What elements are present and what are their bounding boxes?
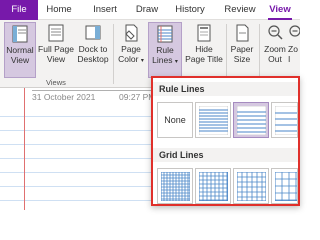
rule-option-standard[interactable] [271, 102, 298, 138]
narrow-rule-lines-icon [199, 106, 228, 135]
page-color-button[interactable]: Page Color ▾ [116, 22, 146, 78]
ribbon-separator [113, 24, 114, 84]
rule-lines-dropdown: Rule Lines None Grid Lines [151, 76, 300, 206]
zoom-in-label-1: Zo [288, 44, 298, 54]
zoom-in-button[interactable]: Zo I [288, 22, 300, 78]
college-rule-lines-icon [237, 106, 266, 135]
dock-to-desktop-label-1: Dock to [78, 44, 108, 54]
tab-view[interactable]: View [266, 0, 294, 20]
page-color-label-1: Page [121, 44, 141, 54]
rule-option-college[interactable] [233, 102, 269, 138]
zoom-out-button[interactable]: Zoom Out [262, 22, 288, 78]
full-page-view-button[interactable]: Full Page View [38, 22, 74, 78]
grid-option-large[interactable] [233, 168, 269, 204]
paper-size-button[interactable]: Paper Size [228, 22, 256, 78]
zoom-out-label-2: Out [268, 54, 282, 64]
full-page-view-label-2: View [46, 54, 66, 64]
hide-page-title-label-1: Hide [195, 44, 213, 54]
extra-large-grid-lines-icon [275, 172, 297, 201]
medium-grid-lines-icon [199, 172, 228, 201]
paper-size-label-2: Size [233, 54, 251, 64]
tab-home[interactable]: Home [44, 0, 74, 20]
normal-view-label-2: View [10, 55, 30, 65]
tab-insert[interactable]: Insert [91, 0, 119, 20]
normal-view-label-1: Normal [6, 45, 34, 55]
rule-lines-label-1: Rule [156, 45, 174, 55]
rule-option-none[interactable]: None [157, 102, 193, 138]
zoom-out-icon [268, 25, 283, 40]
dock-to-desktop-button[interactable]: Dock to Desktop [76, 22, 110, 78]
zoom-in-label-2: I [288, 54, 291, 64]
grid-option-small[interactable] [157, 168, 193, 204]
margin-line [24, 88, 25, 210]
rule-lines-button[interactable]: Rule Lines ▾ [148, 22, 182, 78]
rule-lines-header: Rule Lines [153, 82, 298, 96]
chevron-down-icon: ▾ [174, 59, 178, 65]
dock-to-desktop-label-2: Desktop [77, 54, 109, 64]
page-color-icon [125, 24, 138, 42]
page-title-underline [32, 90, 152, 91]
ribbon-separator [259, 24, 260, 84]
rule-lines-icon [157, 25, 173, 43]
rule-lines-label-2: Lines [152, 55, 173, 65]
full-page-view-icon [48, 24, 64, 42]
tab-draw[interactable]: Draw [134, 0, 160, 20]
hide-page-title-icon [197, 24, 211, 42]
views-group-label: Views [46, 78, 66, 87]
rule-lines-label-2-wrap: Lines ▾ [149, 55, 181, 67]
page-time: 09:27 PM [119, 92, 156, 102]
full-page-view-label-1: Full Page [38, 44, 74, 54]
ribbon-separator [226, 24, 227, 84]
small-grid-lines-icon [161, 172, 190, 201]
grid-option-medium[interactable] [195, 168, 231, 204]
ribbon-tab-bar: File Home Insert Draw History Review Vie… [0, 0, 300, 20]
normal-view-icon [12, 25, 28, 43]
zoom-in-icon [289, 25, 300, 37]
hide-page-title-label-2: Page Title [185, 54, 223, 64]
page-date: 31 October 2021 [32, 92, 96, 102]
zoom-out-label-1: Zoom [264, 44, 286, 54]
grid-option-extra-large[interactable] [271, 168, 298, 204]
tab-file[interactable]: File [0, 0, 38, 20]
standard-rule-lines-icon [275, 106, 297, 135]
tab-history[interactable]: History [172, 0, 208, 20]
grid-lines-header: Grid Lines [153, 148, 298, 162]
tab-review[interactable]: Review [223, 0, 257, 20]
hide-page-title-button[interactable]: Hide Page Title [184, 22, 224, 78]
page-color-label-2: Color [118, 54, 139, 64]
paper-size-icon [236, 24, 249, 42]
dock-to-desktop-icon [85, 25, 101, 40]
paper-size-label-1: Paper [230, 44, 254, 54]
normal-view-button[interactable]: Normal View [4, 22, 36, 78]
chevron-down-icon: ▾ [140, 58, 144, 64]
rule-option-narrow[interactable] [195, 102, 231, 138]
page-color-label-2-wrap: Color ▾ [116, 54, 146, 66]
large-grid-lines-icon [237, 172, 266, 201]
